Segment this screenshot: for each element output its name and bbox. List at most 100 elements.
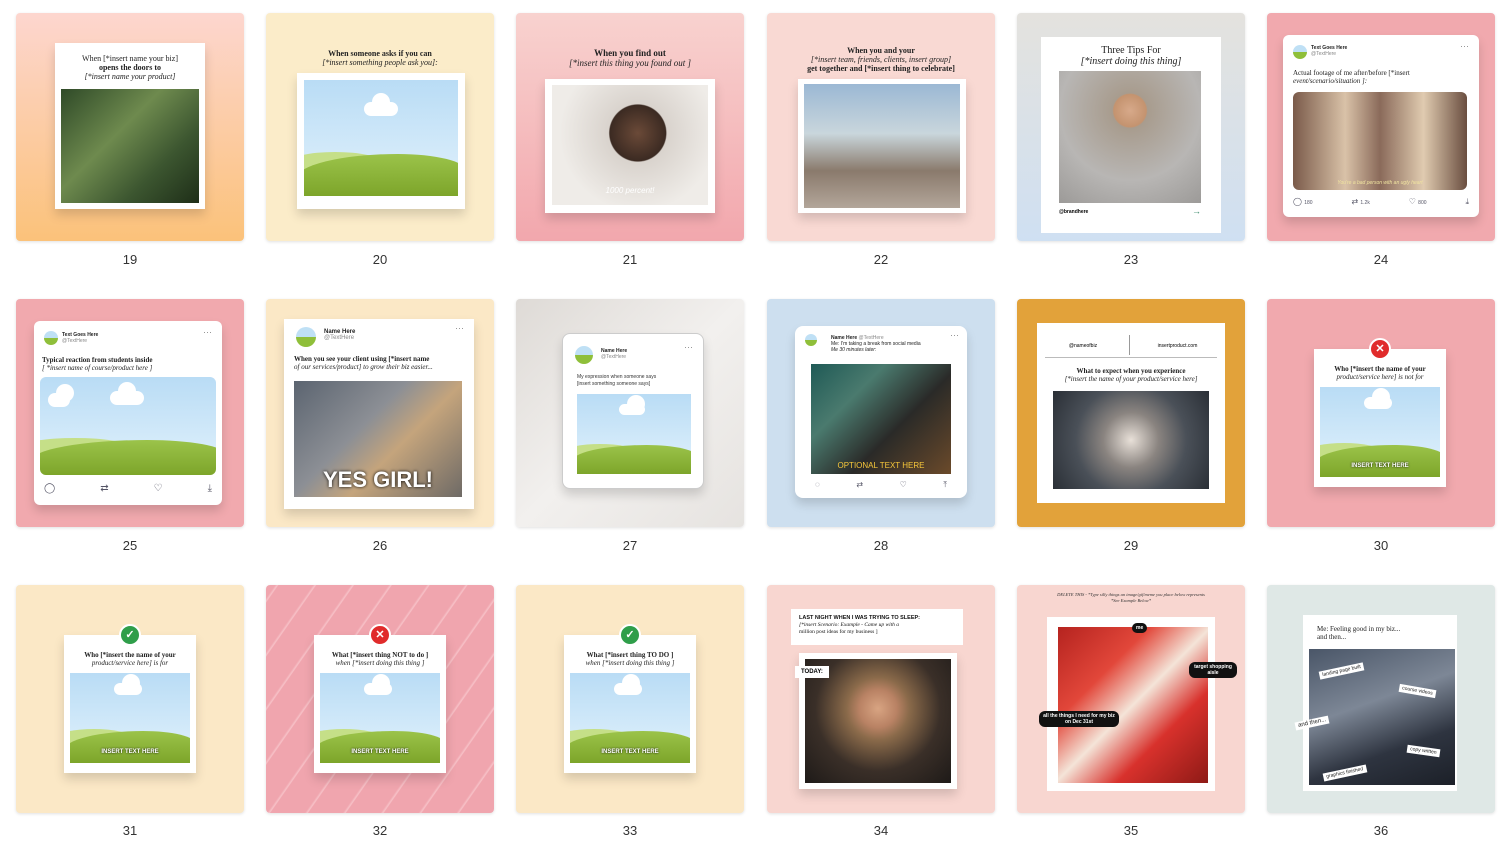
- placeholder-image: [40, 377, 216, 475]
- template-card-32[interactable]: What [*insert thing NOT to do ] when [*i…: [266, 585, 494, 813]
- card-number: 22: [873, 252, 889, 267]
- tweet-panel: Name Here @TextHere Me: I'm taking a bre…: [795, 326, 967, 498]
- caption-line: Me 30 minutes later:: [831, 347, 877, 353]
- gif-overlay-text: You're a bad person with an ugly heart: [1337, 180, 1423, 186]
- caption-line: [*insert Scenario: Example - Came up wit…: [799, 622, 900, 628]
- template-card-33[interactable]: What [*insert thing TO DO ] when [*inser…: [516, 585, 744, 813]
- reply-icon[interactable]: ◯ 180: [1293, 197, 1313, 207]
- card-number: 28: [873, 538, 889, 553]
- gif-overlay-text: 1000 percent!: [605, 186, 655, 195]
- tweet-panel: Text Goes Here @TextHere ··· Actual foot…: [1283, 35, 1479, 217]
- gif-overlay-text: OPTIONAL TEXT HERE: [837, 461, 925, 470]
- retweet-icon[interactable]: ⇄: [100, 483, 108, 494]
- post-panel: @nameofbiz insertproduct.com What to exp…: [1037, 323, 1225, 503]
- gif-image: [1059, 71, 1201, 203]
- gif-image: [61, 89, 199, 203]
- card-number: 19: [122, 252, 138, 267]
- tweet-panel: Name Here @TextHere ··· When you see you…: [284, 319, 474, 509]
- more-icon[interactable]: ···: [950, 330, 959, 340]
- tweet-handle: @TextHere: [62, 338, 88, 344]
- avatar: [1293, 45, 1307, 59]
- card-number: 27: [622, 538, 638, 553]
- caption-line: [*insert team, friends, clients, insert …: [810, 55, 952, 64]
- caption-line: When [*insert name your biz]: [82, 54, 178, 63]
- template-card-28[interactable]: Name Here @TextHere Me: I'm taking a bre…: [767, 299, 995, 527]
- caption-line: When you find out: [594, 48, 666, 58]
- caption-line: LAST NIGHT WHEN I WAS TRYING TO SLEEP:: [799, 615, 921, 621]
- more-icon[interactable]: ···: [1460, 41, 1469, 51]
- insert-text-label: INSERT TEXT HERE: [601, 749, 659, 755]
- caption-line: opens the doors to: [98, 63, 161, 72]
- tweet-handle: @TextHere: [1311, 51, 1337, 57]
- x-circle-icon: ✕: [369, 624, 391, 646]
- share-icon[interactable]: ⤒: [943, 480, 947, 490]
- template-card-27[interactable]: Name Here @TextHere ··· My expression wh…: [516, 299, 744, 527]
- caption-line: Typical reaction from students inside: [42, 356, 153, 364]
- card-number: 24: [1373, 252, 1389, 267]
- tweet-handle: @TextHere: [324, 335, 355, 341]
- post-panel: Me: Feeling good in my biz... and then..…: [1303, 615, 1457, 791]
- post-panel: When [*insert name your biz] opens the d…: [55, 43, 205, 209]
- placeholder-image: [577, 394, 691, 474]
- template-card-23[interactable]: Three Tips For [*insert doing this thing…: [1017, 13, 1245, 241]
- template-card-31[interactable]: Who [*insert the name of your product/se…: [16, 585, 244, 813]
- gif-image: You're a bad person with an ugly heart: [1293, 92, 1467, 190]
- gif-image: [1053, 391, 1209, 489]
- placeholder-image: INSERT TEXT HERE: [1320, 387, 1440, 477]
- gif-image: 1000 percent!: [552, 85, 708, 205]
- avatar: [805, 334, 817, 346]
- more-icon[interactable]: ···: [455, 323, 464, 333]
- like-icon[interactable]: ♡: [900, 480, 907, 490]
- reply-icon[interactable]: ◯: [44, 483, 55, 494]
- card-number: 23: [1123, 252, 1139, 267]
- template-card-34[interactable]: LAST NIGHT WHEN I WAS TRYING TO SLEEP: […: [767, 585, 995, 813]
- caption-line: [ *insert name of course/product here ]: [42, 364, 153, 372]
- insert-text-label: INSERT TEXT HERE: [1351, 463, 1409, 469]
- caption-line: When you see your client using [*insert …: [294, 355, 430, 363]
- reply-icon[interactable]: ◌: [815, 480, 820, 490]
- template-card-36[interactable]: Me: Feeling good in my biz... and then..…: [1267, 585, 1495, 813]
- card-number: 34: [873, 823, 889, 838]
- biz-handle: @nameofbiz: [1068, 343, 1098, 349]
- gif-overlay-text: YES GIRL!: [322, 467, 433, 492]
- template-card-30[interactable]: Who [*insert the name of your product/se…: [1267, 299, 1495, 527]
- share-icon[interactable]: ⤓: [208, 483, 212, 494]
- header-rule: [1045, 357, 1217, 358]
- post-panel: 1000 percent!: [545, 79, 715, 213]
- template-card-26[interactable]: Name Here @TextHere ··· When you see you…: [266, 299, 494, 527]
- caption-line: What [*insert thing TO DO ]: [586, 651, 674, 659]
- like-icon[interactable]: ♡ 800: [1409, 197, 1427, 207]
- meme-tag-me: me: [1132, 623, 1148, 633]
- card-number: 29: [1123, 538, 1139, 553]
- x-circle-icon: ✕: [1369, 338, 1391, 360]
- caption-line: Actual footage of me after/before [*inse…: [1293, 69, 1410, 77]
- share-icon[interactable]: ⤓: [1465, 197, 1469, 207]
- more-icon[interactable]: ···: [203, 327, 212, 337]
- caption-line: DELETE THIS - *Type silly things an imag…: [1057, 592, 1205, 597]
- template-card-25[interactable]: Text Goes Here @TextHere ··· Typical rea…: [16, 299, 244, 527]
- like-icon[interactable]: ♡: [154, 483, 163, 494]
- today-tag: TODAY:: [795, 666, 829, 678]
- template-card-21[interactable]: When you find out [*insert this thing yo…: [516, 13, 744, 241]
- placeholder-image: INSERT TEXT HERE: [320, 673, 440, 763]
- retweet-icon[interactable]: ⇄ 1.2k: [1351, 197, 1369, 207]
- post-panel: Who [*insert the name of your product/se…: [1314, 349, 1446, 487]
- template-card-22[interactable]: When you and your [*insert team, friends…: [767, 13, 995, 241]
- template-card-19[interactable]: When [*insert name your biz] opens the d…: [16, 13, 244, 241]
- brand-handle: @brandhere: [1059, 209, 1089, 215]
- more-icon[interactable]: ···: [684, 342, 693, 352]
- card-number: 36: [1373, 823, 1389, 838]
- caption-line: when [*insert doing this thing ]: [585, 659, 675, 667]
- template-card-29[interactable]: @nameofbiz insertproduct.com What to exp…: [1017, 299, 1245, 527]
- template-card-20[interactable]: When someone asks if you can [*insert so…: [266, 13, 494, 241]
- caption-line: event/scenario/situation ]:: [1293, 77, 1368, 85]
- caption-line: Me: Feeling good in my biz...: [1317, 625, 1401, 633]
- template-card-35[interactable]: DELETE THIS - *Type silly things an imag…: [1017, 585, 1245, 813]
- retweet-icon[interactable]: ⇄: [856, 480, 863, 490]
- caption-line: Who [*insert the name of your: [84, 651, 176, 659]
- caption-line: What [*insert thing NOT to do ]: [331, 651, 429, 659]
- template-card-24[interactable]: Text Goes Here @TextHere ··· Actual foot…: [1267, 13, 1495, 241]
- avatar: [296, 327, 316, 347]
- caption-line: When you and your: [847, 46, 915, 55]
- caption-line: *See Example Below*: [1111, 597, 1151, 603]
